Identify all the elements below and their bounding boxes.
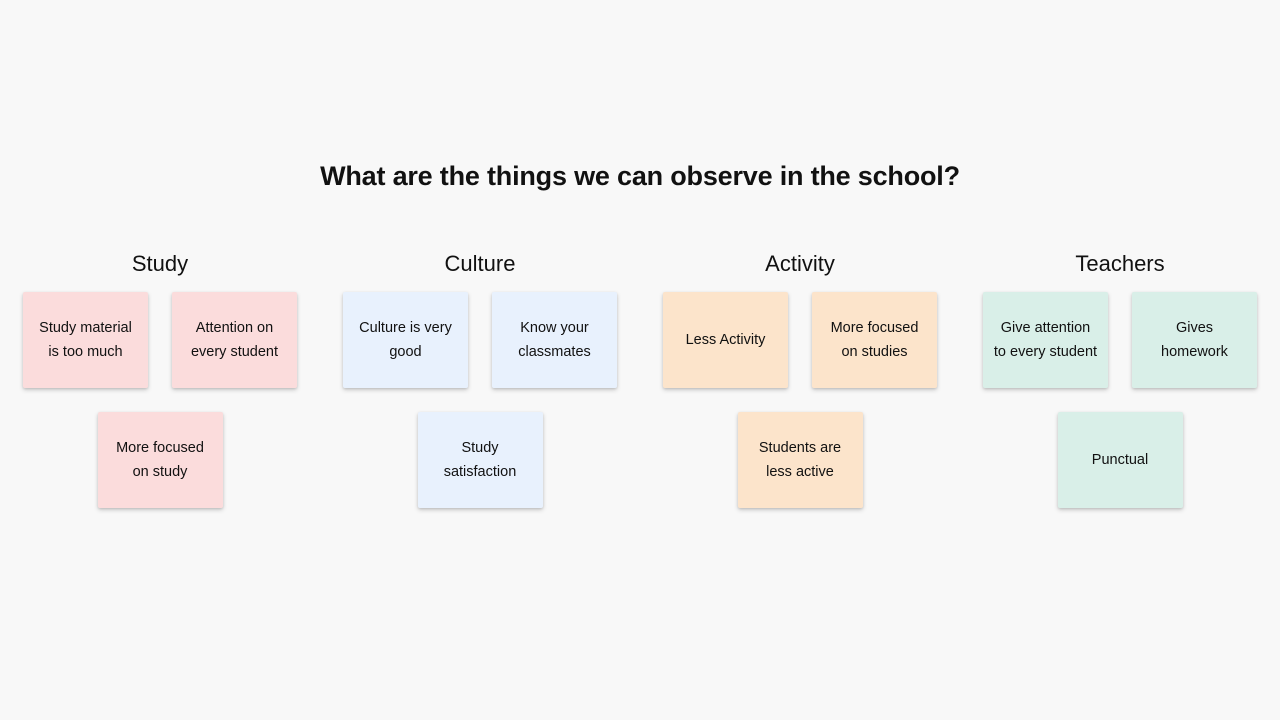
- card-row: Study material is too much Attention on …: [0, 291, 320, 388]
- idea-card-label: Attention on every student: [190, 319, 279, 360]
- idea-card[interactable]: Gives homework: [1132, 291, 1257, 388]
- idea-card-label: Give attention to every student: [993, 319, 1098, 360]
- idea-card[interactable]: Study satisfaction: [417, 411, 543, 508]
- idea-card[interactable]: Students are less active: [737, 411, 863, 508]
- idea-card-label: More focused on study: [116, 439, 204, 480]
- idea-card[interactable]: Punctual: [1057, 411, 1183, 508]
- idea-card-label: Study satisfaction: [443, 439, 517, 480]
- idea-card-label: Less Activity: [685, 331, 766, 348]
- category-title-activity: Activity: [765, 251, 835, 277]
- card-stack-culture: Culture is very good Know your classmate…: [320, 291, 640, 508]
- card-row: Study satisfaction: [320, 411, 640, 508]
- page-title: What are the things we can observe in th…: [320, 161, 960, 191]
- card-row: Give attention to every student Gives ho…: [960, 291, 1280, 388]
- idea-card-label: Punctual: [1091, 451, 1149, 468]
- idea-card[interactable]: Attention on every student: [172, 291, 297, 388]
- category-column-culture: Culture Culture is very good Know your c…: [320, 250, 640, 508]
- card-row: Students are less active: [640, 411, 960, 508]
- idea-card[interactable]: Culture is very good: [343, 291, 468, 388]
- card-row: Culture is very good Know your classmate…: [320, 291, 640, 388]
- idea-card-label: Study material is too much: [39, 319, 132, 360]
- card-stack-study: Study material is too much Attention on …: [0, 291, 320, 508]
- category-title-culture: Culture: [444, 251, 516, 277]
- card-stack-activity: Less Activity More focused on studies St…: [640, 291, 960, 508]
- idea-card[interactable]: Less Activity: [663, 291, 788, 388]
- idea-card[interactable]: More focused on studies: [812, 291, 937, 388]
- idea-card-label: More focused on studies: [830, 319, 919, 360]
- idea-card[interactable]: Give attention to every student: [983, 291, 1108, 388]
- idea-card-label: Gives homework: [1161, 319, 1228, 360]
- card-row: More focused on study: [0, 411, 320, 508]
- category-columns: Study Study material is too much Attenti…: [0, 250, 1280, 508]
- category-column-teachers: Teachers Give attention to every student…: [960, 250, 1280, 508]
- idea-card-label: Know your classmates: [518, 319, 591, 360]
- card-row: Less Activity More focused on studies: [640, 291, 960, 388]
- category-title-study: Study: [131, 251, 189, 277]
- idea-card-label: Students are less active: [758, 439, 842, 480]
- idea-card[interactable]: Study material is too much: [23, 291, 148, 388]
- card-row: Punctual: [960, 411, 1280, 508]
- idea-card-label: Culture is very good: [359, 319, 452, 360]
- category-column-activity: Activity Less Activity More focused on s…: [640, 250, 960, 508]
- idea-card[interactable]: More focused on study: [97, 411, 223, 508]
- board-canvas: What are the things we can observe in th…: [0, 0, 1280, 720]
- idea-card[interactable]: Know your classmates: [492, 291, 617, 388]
- category-title-teachers: Teachers: [1075, 251, 1165, 277]
- category-column-study: Study Study material is too much Attenti…: [0, 250, 320, 508]
- card-stack-teachers: Give attention to every student Gives ho…: [960, 291, 1280, 508]
